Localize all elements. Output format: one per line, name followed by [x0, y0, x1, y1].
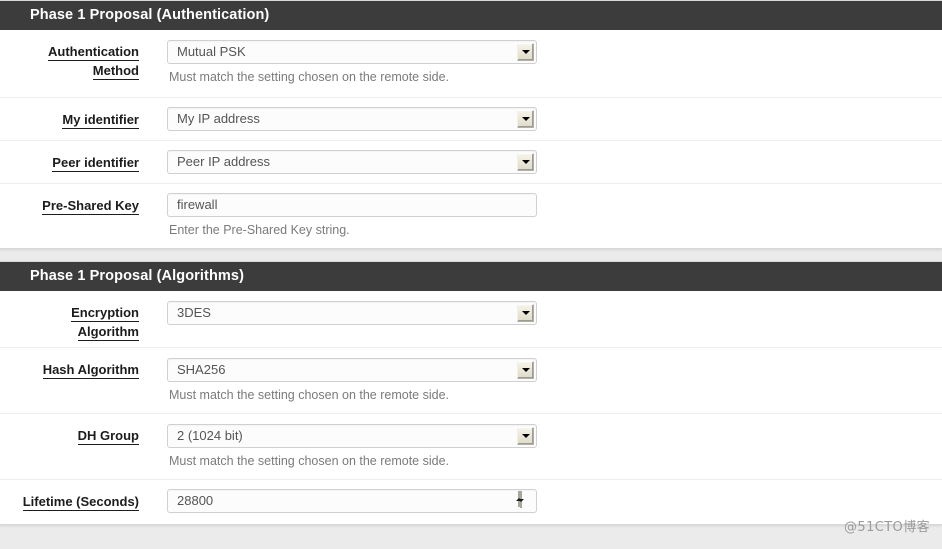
form-row-pre-shared-key: Pre-Shared Key firewall Enter the Pre-Sh… [0, 184, 942, 248]
select-dh-group[interactable]: 2 (1024 bit) [167, 424, 537, 448]
help-hash-algorithm: Must match the setting chosen on the rem… [169, 388, 450, 402]
spinner-buttons[interactable] [516, 491, 533, 510]
panel-body-algorithms: Encryption Algorithm 3DES Hash Algorithm… [0, 291, 942, 524]
label-encryption-algorithm: Encryption Algorithm [0, 291, 155, 347]
field-my-identifier: My IP address [155, 98, 942, 140]
field-encryption-algorithm: 3DES [155, 291, 942, 333]
form-row-lifetime-seconds: Lifetime (Seconds) 28800 [0, 480, 942, 524]
panel-phase1-authentication: Phase 1 Proposal (Authentication) Authen… [0, 0, 942, 249]
select-encryption-algorithm[interactable]: 3DES [167, 301, 537, 325]
label-peer-identifier: Peer identifier [0, 141, 155, 178]
select-value: 3DES [177, 305, 211, 320]
form-row-peer-identifier: Peer identifier Peer IP address [0, 141, 942, 184]
chevron-down-icon[interactable] [517, 427, 534, 445]
label-text: Hash Algorithm [42, 362, 139, 379]
panel-body-authentication: Authentication Method Mutual PSK Must ma… [0, 30, 942, 248]
form-row-my-identifier: My identifier My IP address [0, 98, 942, 141]
field-dh-group: 2 (1024 bit) Must match the setting chos… [155, 414, 942, 479]
chevron-down-icon[interactable] [517, 361, 534, 379]
label-lifetime-seconds: Lifetime (Seconds) [0, 480, 155, 517]
form-row-hash-algorithm: Hash Algorithm SHA256 Must match the set… [0, 348, 942, 414]
field-authentication-method: Mutual PSK Must match the setting chosen… [155, 30, 942, 95]
label-text: My identifier [62, 112, 139, 129]
field-lifetime-seconds: 28800 [155, 480, 942, 521]
select-peer-identifier[interactable]: Peer IP address [167, 150, 537, 174]
select-my-identifier[interactable]: My IP address [167, 107, 537, 131]
select-value: 2 (1024 bit) [177, 428, 243, 443]
form-row-encryption-algorithm: Encryption Algorithm 3DES [0, 291, 942, 348]
select-value: My IP address [177, 111, 260, 126]
field-pre-shared-key: firewall Enter the Pre-Shared Key string… [155, 184, 942, 248]
label-my-identifier: My identifier [0, 98, 155, 135]
chevron-down-icon[interactable] [517, 43, 534, 61]
help-dh-group: Must match the setting chosen on the rem… [169, 454, 450, 468]
chevron-down-icon[interactable] [517, 153, 534, 171]
field-hash-algorithm: SHA256 Must match the setting chosen on … [155, 348, 942, 413]
select-value: SHA256 [177, 362, 226, 377]
label-text: DH Group [77, 428, 139, 445]
panel-phase1-algorithms: Phase 1 Proposal (Algorithms) Encryption… [0, 261, 942, 525]
label-hash-algorithm: Hash Algorithm [0, 348, 155, 385]
select-authentication-method[interactable]: Mutual PSK [167, 40, 537, 64]
chevron-down-icon[interactable] [517, 110, 534, 128]
help-pre-shared-key: Enter the Pre-Shared Key string. [169, 223, 350, 237]
page-root: Phase 1 Proposal (Authentication) Authen… [0, 0, 942, 549]
panel-heading-algorithms: Phase 1 Proposal (Algorithms) [0, 262, 942, 291]
input-pre-shared-key[interactable]: firewall [167, 193, 537, 217]
form-row-dh-group: DH Group 2 (1024 bit) Must match the set… [0, 414, 942, 480]
label-text: Encryption Algorithm [71, 305, 139, 341]
label-text: Pre-Shared Key [42, 198, 139, 215]
panel-heading-authentication: Phase 1 Proposal (Authentication) [0, 1, 942, 30]
label-text: Peer identifier [52, 155, 139, 172]
field-peer-identifier: Peer IP address [155, 141, 942, 183]
help-authentication-method: Must match the setting chosen on the rem… [169, 70, 450, 84]
label-text: Lifetime (Seconds) [22, 494, 139, 511]
input-value: firewall [177, 197, 218, 212]
label-pre-shared-key: Pre-Shared Key [0, 184, 155, 221]
panel-gap [0, 249, 942, 261]
select-hash-algorithm[interactable]: SHA256 [167, 358, 537, 382]
form-row-authentication-method: Authentication Method Mutual PSK Must ma… [0, 30, 942, 98]
chevron-down-icon[interactable] [517, 304, 534, 322]
label-dh-group: DH Group [0, 414, 155, 451]
select-value: Peer IP address [177, 154, 270, 169]
label-authentication-method: Authentication Method [0, 30, 155, 86]
spinner-down-icon[interactable] [518, 491, 524, 508]
input-value: 28800 [177, 493, 214, 508]
input-lifetime-seconds[interactable]: 28800 [167, 489, 537, 513]
select-value: Mutual PSK [177, 44, 246, 59]
label-text: Authentication Method [48, 44, 139, 80]
